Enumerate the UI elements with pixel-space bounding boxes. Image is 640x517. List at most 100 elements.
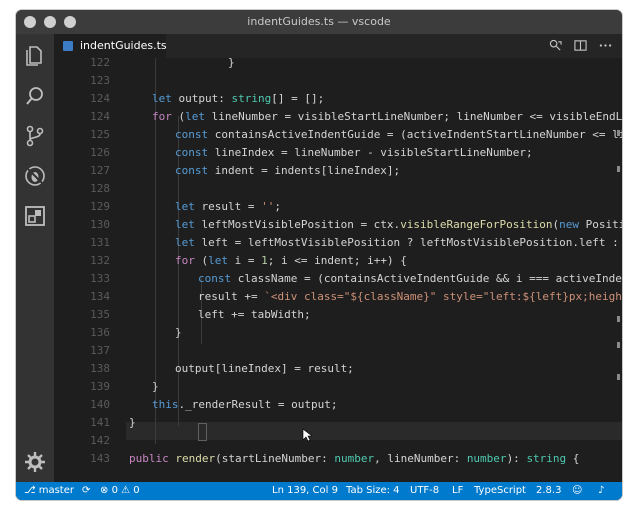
code-line[interactable]: 137 — [54, 342, 622, 360]
code-text: const className = (containsActiveIndentG… — [198, 272, 622, 285]
line-number: 125 — [90, 128, 110, 141]
code-line[interactable]: 140 this._renderResult = output; — [54, 396, 622, 414]
line-number: 131 — [90, 236, 110, 249]
line-number: 137 — [90, 344, 110, 357]
problems-indicator[interactable]: ⊗ 0 ⚠ 0 — [100, 485, 140, 496]
code-text: let left = leftMostVisiblePosition ? lef… — [175, 236, 622, 249]
title-bar: indentGuides.ts — vscode — [16, 10, 622, 34]
line-number: 122 — [90, 56, 110, 69]
line-number: 128 — [90, 182, 110, 195]
line-number: 143 — [90, 452, 110, 465]
split-editor-icon[interactable] — [574, 39, 587, 52]
mouse-pointer-icon — [302, 428, 312, 442]
code-text: } — [175, 326, 182, 339]
tab-size[interactable]: Tab Size: 4 — [346, 485, 400, 496]
code-line[interactable]: 139} — [54, 378, 622, 396]
scrollbar-marker — [617, 342, 620, 348]
line-number: 130 — [90, 218, 110, 231]
code-line[interactable]: 128 — [54, 180, 622, 198]
code-line[interactable]: 127 const indent = indents[lineIndex]; — [54, 162, 622, 180]
typescript-file-icon — [63, 41, 73, 51]
code-line[interactable]: 135 left += tabWidth; — [54, 306, 622, 324]
code-text: public render(startLineNumber: number, l… — [129, 452, 580, 465]
language-mode[interactable]: TypeScript — [474, 485, 526, 496]
notifications-icon[interactable]: ♪ — [598, 485, 604, 496]
vscode-window: indentGuides.ts — vscode indentGuides.ts… — [16, 10, 622, 500]
code-text: } — [175, 56, 235, 69]
code-text: } — [152, 380, 159, 393]
files-icon[interactable] — [23, 44, 47, 68]
tab-label: indentGuides.ts — [80, 39, 167, 52]
line-number: 124 — [90, 92, 110, 105]
code-line[interactable]: 143 public render(startLineNumber: number… — [54, 450, 622, 468]
code-text: let result = ''; — [175, 200, 281, 213]
scrollbar-marker — [617, 374, 620, 380]
line-number: 129 — [90, 200, 110, 213]
code-text: let output: string[] = []; — [152, 92, 325, 105]
code-line[interactable]: 124 let output: string[] = []; — [54, 90, 622, 108]
open-changes-icon[interactable] — [549, 39, 562, 52]
source-control-icon[interactable] — [23, 124, 47, 148]
code-text: const indent = indents[lineIndex]; — [175, 164, 401, 177]
code-line[interactable]: 124 for (let lineNumber = visibleStartLin… — [54, 108, 622, 126]
line-number: 133 — [90, 272, 110, 285]
line-number: 135 — [90, 308, 110, 321]
line-number: 132 — [90, 254, 110, 267]
tab-actions — [549, 39, 612, 52]
extensions-icon[interactable] — [23, 204, 47, 228]
sync-icon[interactable]: ⟳ — [82, 485, 90, 496]
line-number: 124 — [90, 110, 110, 123]
line-number: 126 — [90, 146, 110, 159]
encoding[interactable]: UTF-8 — [410, 485, 439, 496]
code-editor[interactable]: 122 } 123 124 let output: string[] = []; 124… — [54, 56, 622, 482]
code-line[interactable]: 122 } — [54, 54, 622, 72]
code-line[interactable]: 131 let left = leftMostVisiblePosition ? … — [54, 234, 622, 252]
code-text: for (let lineNumber = visibleStartLineNu… — [152, 110, 622, 123]
line-ending[interactable]: LF — [452, 485, 463, 496]
code-line[interactable]: 141} — [54, 414, 622, 432]
code-line[interactable]: 138 output[lineIndex] = result; — [54, 360, 622, 378]
status-bar: ⎇ master ⟳ ⊗ 0 ⚠ 0 Ln 139, Col 9 Tab Siz… — [16, 482, 622, 500]
code-text: for (let i = 1; i <= indent; i++) { — [175, 254, 407, 267]
debug-icon[interactable] — [23, 164, 47, 188]
line-number: 136 — [90, 326, 110, 339]
window-title: indentGuides.ts — vscode — [247, 15, 391, 28]
code-line[interactable]: 136} — [54, 324, 622, 342]
more-actions-icon[interactable] — [599, 39, 612, 52]
error-count: 0 — [111, 485, 118, 496]
code-text: this._renderResult = output; — [152, 398, 338, 411]
warning-count: 0 — [133, 485, 140, 496]
activity-bar — [16, 34, 54, 482]
code-line[interactable]: 130 let leftMostVisiblePosition = ctx.vis… — [54, 216, 622, 234]
search-icon[interactable] — [23, 84, 47, 108]
ts-version[interactable]: 2.8.3 — [536, 485, 561, 496]
line-number: 142 — [90, 434, 110, 447]
code-text: output[lineIndex] = result; — [175, 362, 354, 375]
branch-name: master — [38, 485, 74, 496]
line-number: 141 — [90, 416, 110, 429]
code-text: left += tabWidth; — [198, 308, 311, 321]
code-line[interactable]: 132 for (let i = 1; i <= indent; i++) { — [54, 252, 622, 270]
code-line[interactable]: 126 const lineIndex = lineNumber - visibl… — [54, 144, 622, 162]
line-number: 140 — [90, 398, 110, 411]
feedback-icon[interactable]: ☺ — [572, 485, 582, 496]
code-text: let leftMostVisiblePosition = ctx.visibl… — [175, 218, 622, 231]
code-line[interactable]: 133 const className = (containsActiveInde… — [54, 270, 622, 288]
line-number: 138 — [90, 362, 110, 375]
code-text: const containsActiveIndentGuide = (activ… — [175, 128, 622, 141]
code-line[interactable]: 129 let result = ''; — [54, 198, 622, 216]
line-number: 123 — [90, 74, 110, 87]
cursor-position[interactable]: Ln 139, Col 9 — [272, 485, 338, 496]
code-text: result += `<div class="${className}" sty… — [198, 290, 622, 303]
code-line[interactable]: 142 — [54, 432, 622, 450]
branch-indicator[interactable]: ⎇ master — [24, 485, 74, 496]
code-line[interactable]: 134 result += `<div class="${className}" … — [54, 288, 622, 306]
scrollbar-marker — [617, 316, 620, 322]
line-number: 139 — [90, 380, 110, 393]
scrollbar-marker — [617, 166, 620, 172]
line-number: 127 — [90, 164, 110, 177]
line-number: 134 — [90, 290, 110, 303]
settings-gear-icon[interactable] — [23, 450, 47, 474]
code-line[interactable]: 125 const containsActiveIndentGuide = (ac… — [54, 126, 622, 144]
code-line[interactable]: 123 — [54, 72, 622, 90]
